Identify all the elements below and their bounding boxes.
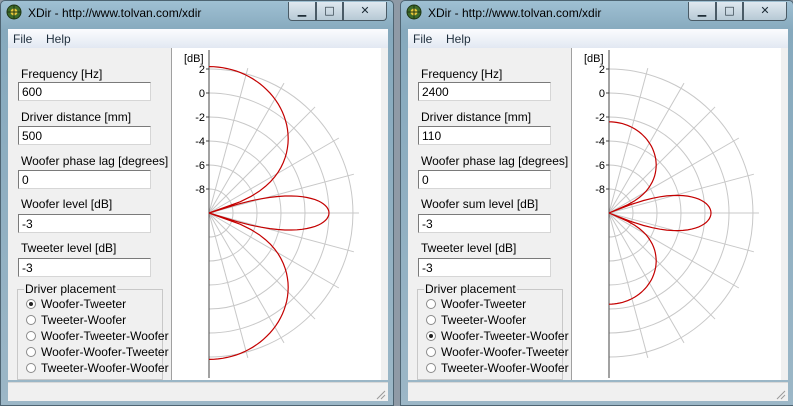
minimize-button[interactable]: ▁ — [688, 2, 716, 21]
driver-placement-group: Driver placement Woofer-Tweeter Tweeter-… — [417, 282, 569, 380]
grid-spoke — [608, 137, 740, 214]
polar-plot: [dB]20-2-4-6-8 — [584, 50, 759, 378]
grid-spoke — [608, 212, 755, 253]
grid-spoke — [608, 82, 685, 214]
radio-button-icon — [426, 315, 436, 325]
radio-button-icon — [26, 315, 36, 325]
woofer-phase-lag-label: Woofer phase lag [degrees] — [21, 154, 169, 168]
resize-grip-icon[interactable] — [374, 388, 386, 400]
window-title: XDir - http://www.tolvan.com/xdir — [28, 6, 202, 20]
radio-button-icon — [26, 299, 36, 309]
status-bar — [8, 382, 388, 401]
grid-spoke — [208, 212, 285, 344]
woofer-level-label: Woofer level [dB] — [21, 197, 113, 211]
tick-label: -2 — [595, 112, 605, 124]
radio-button-icon — [426, 331, 436, 341]
frequency-input[interactable] — [18, 82, 151, 101]
resize-grip-icon[interactable] — [774, 388, 786, 400]
maximize-button[interactable]: □ — [716, 2, 743, 21]
polar-plot-panel: [dB] 2 0 -2 -4 -6 -8 — [571, 48, 781, 380]
polar-grid — [208, 63, 359, 363]
status-bar — [408, 382, 788, 401]
woofer-sum-level-label: Woofer sum level [dB] — [421, 197, 539, 211]
woofer-phase-lag-input[interactable] — [18, 170, 151, 189]
grid-spoke — [208, 212, 316, 320]
grid-spoke — [608, 212, 740, 289]
driver-distance-input[interactable] — [418, 126, 551, 145]
polar-plot: [dB]20-2-4-6-8 — [184, 50, 359, 378]
close-button[interactable]: ✕ — [343, 2, 387, 21]
radio-button-icon — [26, 363, 36, 373]
client-area: Frequency [Hz] Driver distance [mm] Woof… — [8, 48, 388, 380]
woofer-phase-lag-label: Woofer phase lag [degrees] — [421, 154, 569, 168]
radio-button-icon — [426, 347, 436, 357]
frequency-input[interactable] — [418, 82, 551, 101]
radio-button-icon — [26, 347, 36, 357]
grid-spoke — [608, 212, 685, 344]
close-button[interactable]: ✕ — [743, 2, 787, 21]
title-bar[interactable]: XDir - http://www.tolvan.com/xdir ▁ □ ✕ — [1, 1, 393, 25]
polar-plot-panel: [dB] 2 0 -2 -4 -6 -8 — [171, 48, 381, 380]
tick-label: -6 — [195, 160, 205, 172]
maximize-button[interactable]: □ — [316, 2, 343, 21]
window-title: XDir - http://www.tolvan.com/xdir — [428, 6, 602, 20]
woofer-level-input[interactable] — [18, 214, 151, 233]
driver-distance-label: Driver distance [mm] — [421, 110, 532, 124]
xdir-window-2: XDir - http://www.tolvan.com/xdir ▁ □ ✕ … — [400, 0, 793, 406]
polar-grid — [608, 63, 759, 363]
grid-spoke — [208, 67, 249, 214]
tick-label: 2 — [599, 64, 605, 76]
tick-label: -4 — [195, 136, 205, 148]
driver-placement-title: Driver placement — [24, 282, 117, 296]
grid-spoke — [208, 212, 249, 359]
tick-label: -8 — [595, 184, 605, 196]
tick-label: -4 — [595, 136, 605, 148]
woofer-sum-level-input[interactable] — [418, 214, 551, 233]
tick-label: -2 — [195, 112, 205, 124]
tick-label: -8 — [195, 184, 205, 196]
tick-label: 0 — [199, 88, 205, 100]
menu-bar: File Help — [8, 29, 388, 49]
radio-button-icon — [426, 363, 436, 373]
grid-spoke — [208, 212, 355, 253]
woofer-phase-lag-input[interactable] — [418, 170, 551, 189]
menu-help[interactable]: Help — [446, 32, 471, 46]
tweeter-level-label: Tweeter level [dB] — [21, 241, 117, 255]
minimize-button[interactable]: ▁ — [288, 2, 316, 21]
frequency-label: Frequency [Hz] — [21, 67, 103, 81]
tick-label: 2 — [199, 64, 205, 76]
menu-help[interactable]: Help — [46, 32, 71, 46]
tweeter-level-label: Tweeter level [dB] — [421, 241, 517, 255]
client-area: Frequency [Hz] Driver distance [mm] Woof… — [408, 48, 788, 380]
app-icon — [406, 4, 422, 20]
tweeter-level-input[interactable] — [418, 258, 551, 277]
tweeter-level-input[interactable] — [18, 258, 151, 277]
grid-spoke — [608, 67, 649, 214]
driver-distance-label: Driver distance [mm] — [21, 110, 132, 124]
tick-label: 0 — [599, 88, 605, 100]
title-bar[interactable]: XDir - http://www.tolvan.com/xdir ▁ □ ✕ — [401, 1, 793, 25]
app-icon — [6, 4, 22, 20]
driver-placement-title: Driver placement — [424, 282, 517, 296]
driver-placement-group: Driver placement Woofer-Tweeter Tweeter-… — [17, 282, 169, 380]
grid-spoke — [208, 82, 285, 214]
radio-button-icon — [26, 331, 36, 341]
grid-spoke — [208, 173, 355, 214]
grid-spoke — [208, 106, 316, 214]
menu-file[interactable]: File — [13, 32, 32, 46]
xdir-window-1: XDir - http://www.tolvan.com/xdir ▁ □ ✕ … — [0, 0, 394, 406]
radio-button-icon — [426, 299, 436, 309]
driver-distance-input[interactable] — [18, 126, 151, 145]
menu-bar: File Help — [408, 29, 788, 49]
grid-spoke — [608, 173, 755, 214]
menu-file[interactable]: File — [413, 32, 432, 46]
tick-label: -6 — [595, 160, 605, 172]
grid-spoke — [608, 212, 649, 359]
frequency-label: Frequency [Hz] — [421, 67, 503, 81]
